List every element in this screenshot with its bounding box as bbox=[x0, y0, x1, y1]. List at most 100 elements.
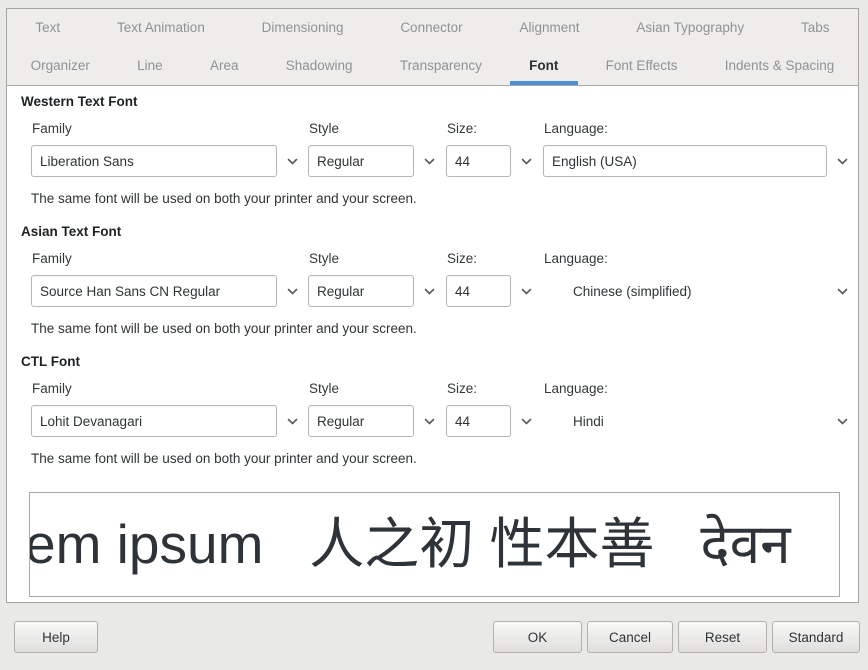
tab-text[interactable]: Text bbox=[7, 9, 89, 46]
asian-font-fields: Family Source Han Sans CN Regular Style bbox=[31, 251, 858, 307]
font-preview-box: em ipsum 人之初 性本善 देवन bbox=[29, 492, 840, 597]
chevron-down-icon[interactable] bbox=[511, 418, 541, 425]
style-label: Style bbox=[309, 121, 446, 136]
ctl-size-input[interactable]: 44 bbox=[446, 405, 511, 437]
western-size-combobox: 44 bbox=[446, 145, 543, 177]
ctl-style-combobox: Regular bbox=[308, 405, 446, 437]
western-family-value: Liberation Sans bbox=[40, 154, 134, 169]
style-label: Style bbox=[309, 251, 446, 266]
western-family-input[interactable]: Liberation Sans bbox=[31, 145, 277, 177]
tab-area[interactable]: Area bbox=[186, 46, 262, 85]
western-font-note: The same font will be used on both your … bbox=[31, 191, 858, 206]
asian-font-heading: Asian Text Font bbox=[21, 224, 858, 239]
ctl-family-input[interactable]: Lohit Devanagari bbox=[31, 405, 277, 437]
language-label: Language: bbox=[544, 121, 857, 136]
tab-indents-spacing[interactable]: Indents & Spacing bbox=[701, 46, 858, 85]
western-style-combobox: Regular bbox=[308, 145, 446, 177]
ctl-font-heading: CTL Font bbox=[21, 354, 858, 369]
asian-style-value: Regular bbox=[317, 284, 364, 299]
help-button[interactable]: Help bbox=[14, 621, 98, 653]
tab-font[interactable]: Font bbox=[506, 46, 583, 85]
ok-button[interactable]: OK bbox=[493, 621, 582, 653]
asian-style-combobox: Regular bbox=[308, 275, 446, 307]
chevron-down-icon bbox=[827, 418, 857, 425]
size-label: Size: bbox=[447, 381, 543, 396]
reset-button[interactable]: Reset bbox=[678, 621, 767, 653]
chevron-down-icon[interactable] bbox=[414, 288, 444, 295]
chevron-down-icon[interactable] bbox=[414, 158, 444, 165]
asian-size-combobox: 44 bbox=[446, 275, 543, 307]
ctl-family-field: Family Lohit Devanagari bbox=[31, 381, 308, 437]
asian-font-section: Asian Text Font Family Source Han Sans C… bbox=[7, 224, 858, 336]
chevron-down-icon[interactable] bbox=[277, 158, 307, 165]
asian-family-combobox: Source Han Sans CN Regular bbox=[31, 275, 308, 307]
western-font-section: Western Text Font Family Liberation Sans bbox=[7, 94, 858, 206]
chevron-down-icon[interactable] bbox=[827, 158, 857, 165]
ctl-font-fields: Family Lohit Devanagari Style bbox=[31, 381, 858, 437]
western-style-input[interactable]: Regular bbox=[308, 145, 414, 177]
western-language-field: Language: English (USA) bbox=[543, 121, 857, 177]
chevron-down-icon[interactable] bbox=[277, 418, 307, 425]
ctl-style-value: Regular bbox=[317, 414, 364, 429]
tab-tabs[interactable]: Tabs bbox=[773, 9, 858, 46]
western-family-field: Family Liberation Sans bbox=[31, 121, 308, 177]
tab-dimensioning[interactable]: Dimensioning bbox=[233, 9, 372, 46]
tab-transparency[interactable]: Transparency bbox=[376, 46, 505, 85]
ctl-style-input[interactable]: Regular bbox=[308, 405, 414, 437]
chevron-down-icon[interactable] bbox=[414, 418, 444, 425]
asian-language-dropdown[interactable]: Chinese (simplified) bbox=[543, 275, 857, 307]
family-label: Family bbox=[32, 121, 308, 136]
ctl-language-dropdown[interactable]: Hindi bbox=[543, 405, 857, 437]
tab-line[interactable]: Line bbox=[114, 46, 187, 85]
ctl-language-value: Hindi bbox=[573, 414, 604, 429]
ctl-size-field: Size: 44 bbox=[446, 381, 543, 437]
ctl-language-field: Language: Hindi bbox=[543, 381, 857, 437]
language-label: Language: bbox=[544, 251, 857, 266]
tab-row-2: Organizer Line Area Shadowing Transparen… bbox=[7, 46, 858, 85]
tab-shadowing[interactable]: Shadowing bbox=[262, 46, 376, 85]
standard-button[interactable]: Standard bbox=[772, 621, 860, 653]
tab-organizer[interactable]: Organizer bbox=[7, 46, 114, 85]
western-family-combobox: Liberation Sans bbox=[31, 145, 308, 177]
tab-connector[interactable]: Connector bbox=[372, 9, 491, 46]
font-preview-text: em ipsum 人之初 性本善 देवन bbox=[29, 517, 791, 572]
western-size-input[interactable]: 44 bbox=[446, 145, 511, 177]
tab-row-1: Text Text Animation Dimensioning Connect… bbox=[7, 9, 858, 46]
asian-family-value: Source Han Sans CN Regular bbox=[40, 284, 220, 299]
style-label: Style bbox=[309, 381, 446, 396]
language-label: Language: bbox=[544, 381, 857, 396]
chevron-down-icon bbox=[827, 288, 857, 295]
font-tab-content: Western Text Font Family Liberation Sans bbox=[7, 86, 858, 603]
dialog-action-buttons: OK Cancel Reset Standard bbox=[493, 621, 860, 653]
chevron-down-icon[interactable] bbox=[277, 288, 307, 295]
tab-bar: Text Text Animation Dimensioning Connect… bbox=[7, 9, 858, 86]
asian-language-field: Language: Chinese (simplified) bbox=[543, 251, 857, 307]
tab-text-animation[interactable]: Text Animation bbox=[89, 9, 234, 46]
asian-style-field: Style Regular bbox=[308, 251, 446, 307]
asian-language-value: Chinese (simplified) bbox=[573, 284, 692, 299]
family-label: Family bbox=[32, 381, 308, 396]
ctl-family-value: Lohit Devanagari bbox=[40, 414, 142, 429]
character-dialog: Text Text Animation Dimensioning Connect… bbox=[0, 0, 868, 670]
asian-family-field: Family Source Han Sans CN Regular bbox=[31, 251, 308, 307]
family-label: Family bbox=[32, 251, 308, 266]
tab-asian-typography[interactable]: Asian Typography bbox=[608, 9, 773, 46]
chevron-down-icon[interactable] bbox=[511, 288, 541, 295]
chevron-down-icon[interactable] bbox=[511, 158, 541, 165]
western-style-value: Regular bbox=[317, 154, 364, 169]
western-language-input[interactable]: English (USA) bbox=[543, 145, 827, 177]
asian-font-note: The same font will be used on both your … bbox=[31, 321, 858, 336]
tab-alignment[interactable]: Alignment bbox=[491, 9, 608, 46]
western-font-fields: Family Liberation Sans Style bbox=[31, 121, 858, 177]
western-language-combobox: English (USA) bbox=[543, 145, 857, 177]
western-size-value: 44 bbox=[455, 154, 470, 169]
asian-family-input[interactable]: Source Han Sans CN Regular bbox=[31, 275, 277, 307]
ctl-style-field: Style Regular bbox=[308, 381, 446, 437]
asian-style-input[interactable]: Regular bbox=[308, 275, 414, 307]
ctl-family-combobox: Lohit Devanagari bbox=[31, 405, 308, 437]
cancel-button[interactable]: Cancel bbox=[587, 621, 673, 653]
asian-size-field: Size: 44 bbox=[446, 251, 543, 307]
asian-size-input[interactable]: 44 bbox=[446, 275, 511, 307]
western-style-field: Style Regular bbox=[308, 121, 446, 177]
tab-font-effects[interactable]: Font Effects bbox=[582, 46, 701, 85]
